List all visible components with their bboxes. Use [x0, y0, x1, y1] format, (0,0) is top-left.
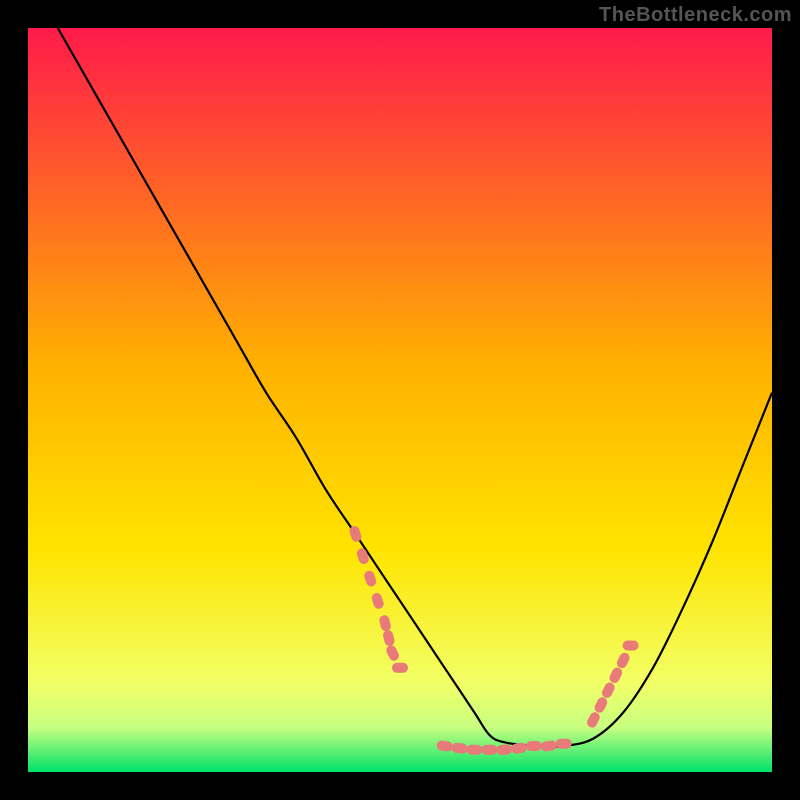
chart-container: TheBottleneck.com — [0, 0, 800, 800]
marker-dot — [392, 663, 408, 673]
marker-dot — [623, 641, 639, 651]
marker-dot — [481, 745, 497, 755]
watermark-label: TheBottleneck.com — [599, 4, 792, 27]
marker-dot — [466, 745, 482, 755]
gradient-background — [28, 28, 772, 772]
plot-area — [28, 28, 772, 772]
marker-dot — [526, 741, 542, 751]
chart-svg — [28, 28, 772, 772]
marker-dot — [556, 739, 572, 749]
